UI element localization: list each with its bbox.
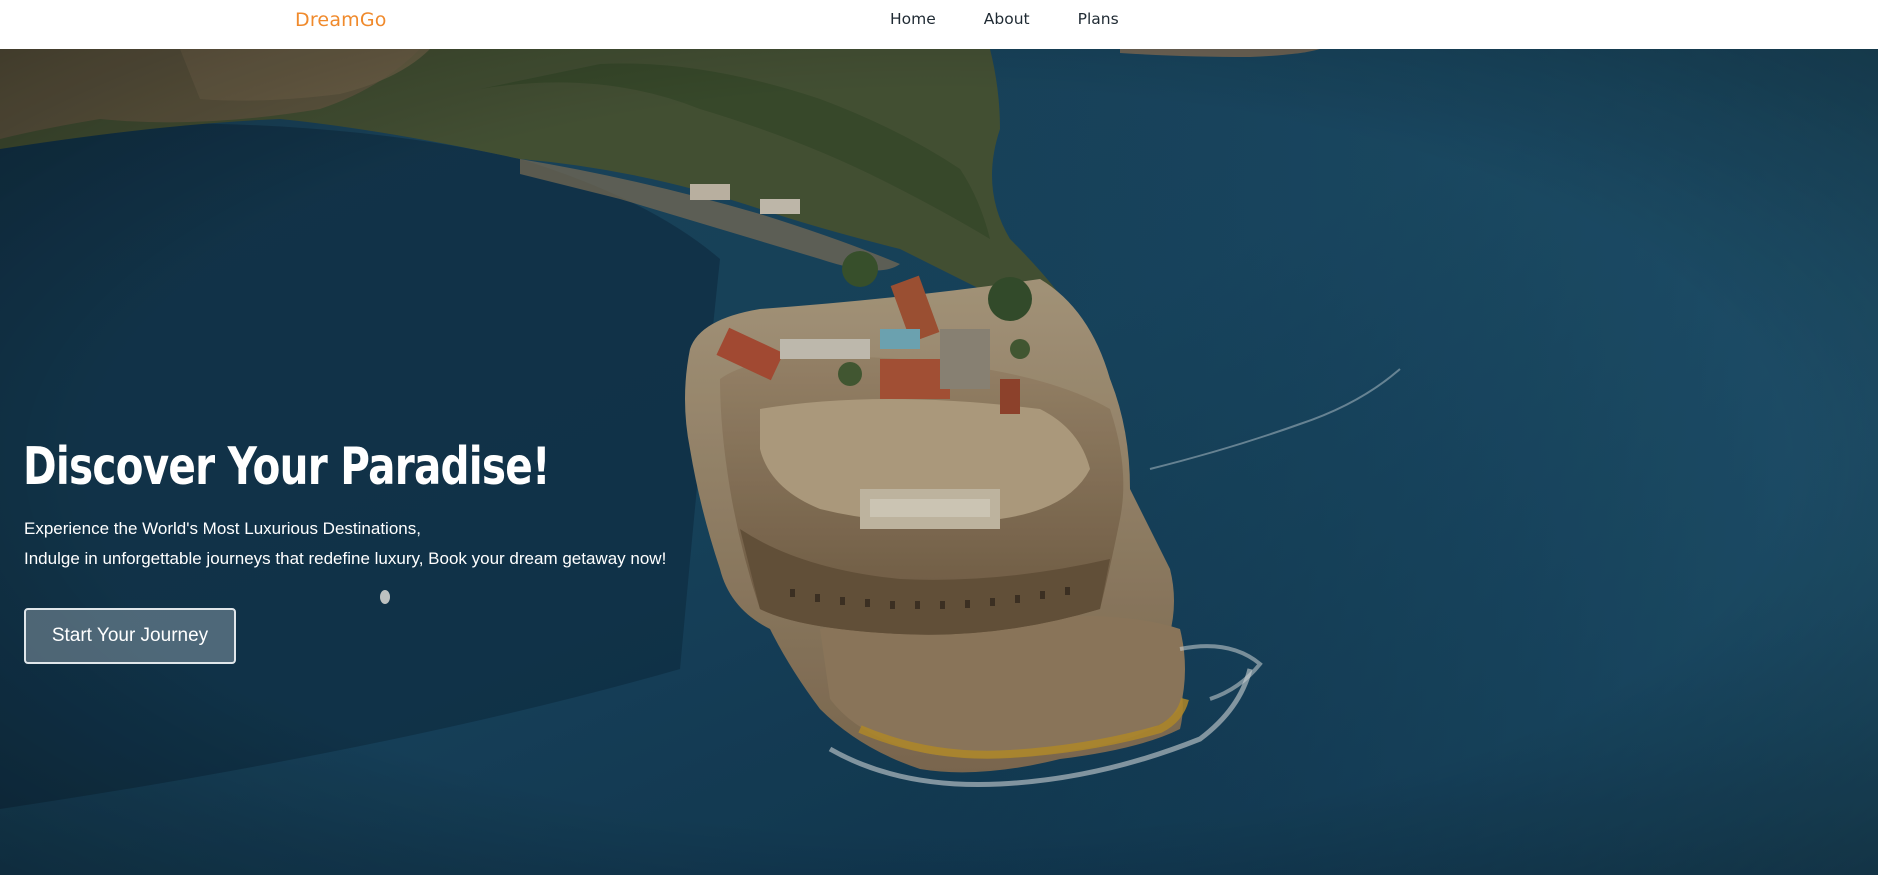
nav-link-plans[interactable]: Plans (1078, 10, 1119, 28)
nav-links: Home About Plans (890, 10, 1119, 28)
nav-link-about[interactable]: About (984, 10, 1030, 28)
hero-title: Discover Your Paradise! (23, 437, 551, 497)
nav-link-home[interactable]: Home (890, 10, 936, 28)
hero-section: Discover Your Paradise! Experience the W… (0, 49, 1878, 875)
start-journey-button[interactable]: Start Your Journey (24, 608, 236, 664)
brand-logo[interactable]: DreamGo (295, 9, 387, 31)
hero-subtitle-line-2: Indulge in unforgettable journeys that r… (24, 549, 667, 568)
hero-subtitle-line-1: Experience the World's Most Luxurious De… (24, 519, 421, 538)
top-navbar: DreamGo Home About Plans (0, 0, 1878, 49)
